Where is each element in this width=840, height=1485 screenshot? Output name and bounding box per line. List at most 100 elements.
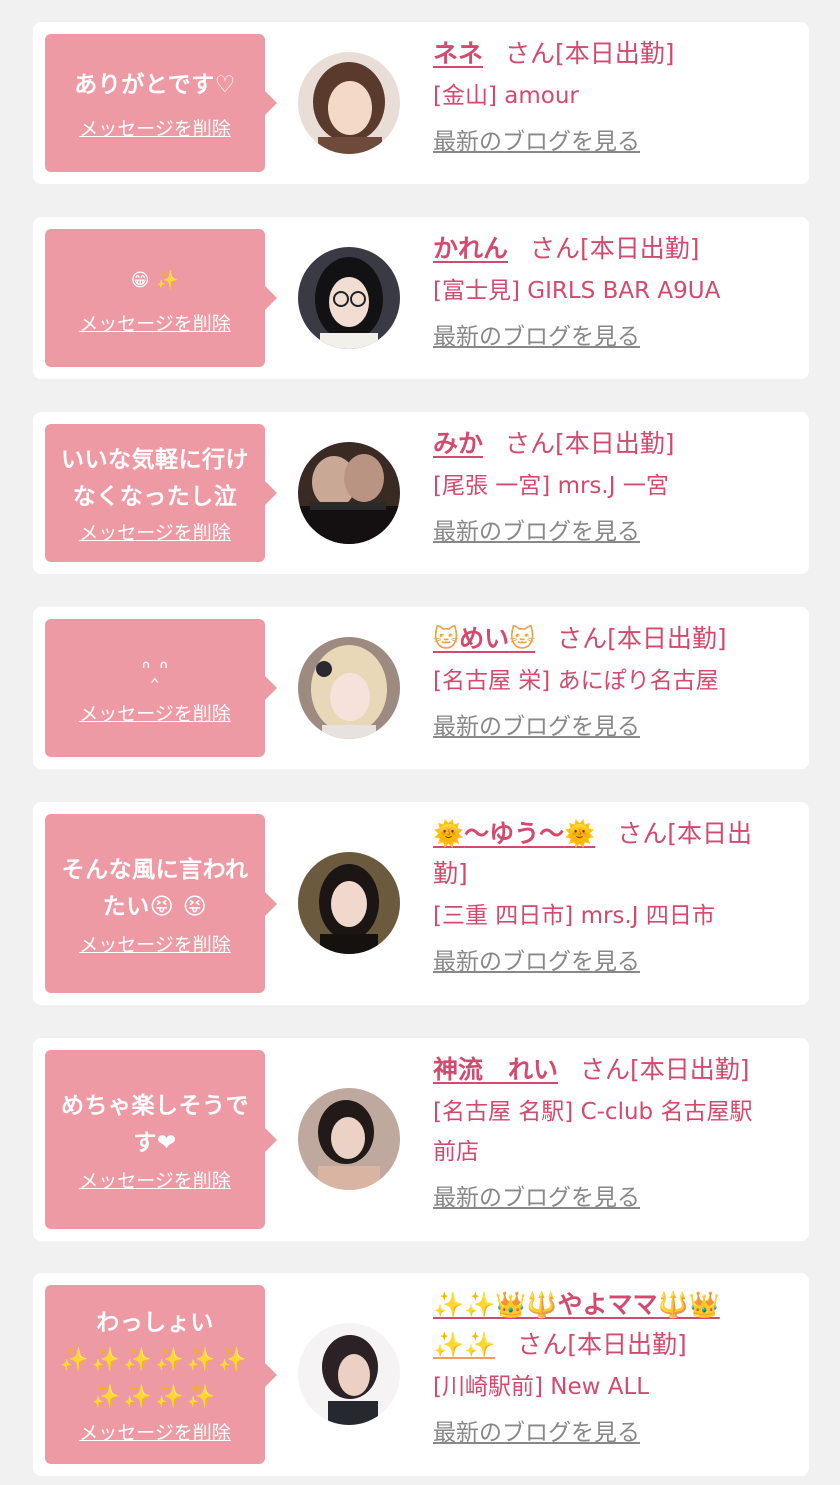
- latest-blog-link[interactable]: 最新のブログを見る: [433, 319, 640, 355]
- latest-blog-link[interactable]: 最新のブログを見る: [433, 514, 640, 550]
- trident-crown-icons: 🔱👑: [657, 1290, 720, 1319]
- message-text: そんな風に言われ たい😝 😝: [54, 852, 257, 926]
- shop-name: [三重 四日市] mrs.J 四日市: [433, 903, 715, 929]
- message-bubble: ᐢ‸ᐢ メッセージを削除: [45, 619, 277, 757]
- cast-card: わっしょい ✨✨✨✨✨✨ ✨✨✨✨ メッセージを削除 ✨✨👑🔱やよママ🔱👑 ✨✨…: [33, 1273, 809, 1476]
- shop-name: [金山] amour: [433, 83, 579, 109]
- avatar[interactable]: [298, 52, 400, 154]
- message-text: わっしょい ✨✨✨✨✨✨ ✨✨✨✨: [52, 1305, 258, 1416]
- attendance-status: さん[本日出勤]: [505, 39, 675, 68]
- attendance-status: さん[本日出: [617, 819, 753, 848]
- avatar[interactable]: [298, 1323, 400, 1425]
- cast-card: ᐢ‸ᐢ メッセージを削除 🐱めい🐱 さん[本日出勤] [名古屋 栄] あにぽり名古…: [33, 607, 809, 769]
- message-bubble: ありがとです♡ メッセージを削除: [45, 34, 277, 172]
- attendance-status: さん[本日出勤]: [580, 1055, 750, 1084]
- attendance-status: さん[本日出勤]: [517, 1330, 687, 1359]
- message-text: いいな気軽に行け なくなったし泣: [53, 442, 257, 516]
- shop-name: [尾張 一宮] mrs.J 一宮: [433, 473, 669, 499]
- latest-blog-link[interactable]: 最新のブログを見る: [433, 709, 640, 745]
- delete-message-link[interactable]: メッセージを削除: [79, 703, 231, 725]
- avatar[interactable]: [298, 1088, 400, 1190]
- shop-name: [川崎駅前] New ALL: [433, 1374, 650, 1400]
- shop-name: [名古屋 名駅] C-club 名古屋駅: [433, 1099, 753, 1125]
- attendance-status-cont: 勤]: [433, 859, 468, 888]
- name-line: ネネ さん[本日出勤]: [433, 34, 789, 74]
- cast-card: 😁 ✨ メッセージを削除 かれん さん[本日出勤] [富士見] GIRLS BAR…: [33, 217, 809, 379]
- sparkles-icon[interactable]: ✨✨: [433, 1330, 495, 1359]
- cast-card: いいな気軽に行け なくなったし泣 メッセージを削除 みか さん[本日出勤] [尾張…: [33, 412, 809, 574]
- cast-info: 神流 れい さん[本日出勤] [名古屋 名駅] C-club 名古屋駅 前店 最新…: [433, 1050, 789, 1216]
- latest-blog-link[interactable]: 最新のブログを見る: [433, 944, 640, 980]
- avatar[interactable]: [298, 852, 400, 954]
- cast-info: みか さん[本日出勤] [尾張 一宮] mrs.J 一宮 最新のブログを見る: [433, 424, 789, 550]
- cast-info: ネネ さん[本日出勤] [金山] amour 最新のブログを見る: [433, 34, 789, 160]
- message-line: いいな気軽に行け: [61, 447, 249, 473]
- cast-name-link[interactable]: かれん: [433, 234, 508, 263]
- sun-icon: 🌞: [433, 819, 465, 848]
- message-line: ᐢ‸ᐢ: [141, 656, 169, 683]
- shop-name: [富士見] GIRLS BAR A9UA: [433, 278, 721, 304]
- message-line: 😁 ✨: [130, 269, 180, 291]
- latest-blog-link[interactable]: 最新のブログを見る: [433, 1415, 640, 1451]
- cast-name-text: 〜ゆう〜: [464, 819, 565, 848]
- message-bubble: わっしょい ✨✨✨✨✨✨ ✨✨✨✨ メッセージを削除: [45, 1285, 277, 1464]
- cast-card: めちゃ楽しそうで す❤ メッセージを削除 神流 れい さん[本日出勤] [名古屋 …: [33, 1038, 809, 1241]
- cast-info: 🐱めい🐱 さん[本日出勤] [名古屋 栄] あにぽり名古屋 最新のブログを見る: [433, 619, 789, 745]
- sun-icon: 🌞: [564, 819, 596, 848]
- delete-message-link[interactable]: メッセージを削除: [79, 313, 231, 335]
- attendance-status: さん[本日出勤]: [530, 234, 700, 263]
- name-line: ✨✨👑🔱やよママ🔱👑: [433, 1285, 789, 1325]
- name-line: みか さん[本日出勤]: [433, 424, 789, 464]
- message-text: ᐢ‸ᐢ: [133, 652, 176, 689]
- name-line: かれん さん[本日出勤]: [433, 229, 789, 269]
- sparkles-crown-trident-icons: ✨✨👑🔱: [433, 1290, 558, 1319]
- attendance-status: さん[本日出勤]: [505, 429, 675, 458]
- delete-message-link[interactable]: メッセージを削除: [79, 522, 231, 544]
- cat-face-icon: 🐱: [433, 624, 460, 653]
- cast-card: そんな風に言われ たい😝 😝 メッセージを削除 🌞〜ゆう〜🌞 さん[本日出 勤] …: [33, 802, 809, 1005]
- cast-info: かれん さん[本日出勤] [富士見] GIRLS BAR A9UA 最新のブログを…: [433, 229, 789, 355]
- cast-name-link[interactable]: ✨✨👑🔱やよママ🔱👑: [433, 1290, 720, 1319]
- message-text: めちゃ楽しそうで す❤: [53, 1088, 257, 1162]
- message-text: 😁 ✨: [123, 262, 187, 299]
- cast-name-link[interactable]: 神流 れい: [433, 1055, 558, 1084]
- cast-name-link[interactable]: 🌞〜ゆう〜🌞: [433, 819, 595, 848]
- delete-message-link[interactable]: メッセージを削除: [79, 1170, 231, 1192]
- cast-name-link[interactable]: みか: [433, 429, 483, 458]
- message-bubble: 😁 ✨ メッセージを削除: [45, 229, 277, 367]
- latest-blog-link[interactable]: 最新のブログを見る: [433, 124, 640, 160]
- cat-face-icon: 🐱: [509, 624, 536, 653]
- name-line: 🐱めい🐱 さん[本日出勤]: [433, 619, 789, 659]
- cast-name-text: やよママ: [557, 1290, 658, 1319]
- delete-message-link[interactable]: メッセージを削除: [79, 1422, 231, 1444]
- message-line: わっしょい: [96, 1310, 214, 1336]
- avatar[interactable]: [298, 442, 400, 544]
- avatar[interactable]: [298, 247, 400, 349]
- cast-info: 🌞〜ゆう〜🌞 さん[本日出 勤] [三重 四日市] mrs.J 四日市 最新のブロ…: [433, 814, 789, 980]
- message-bubble: めちゃ楽しそうで す❤ メッセージを削除: [45, 1050, 277, 1229]
- message-bubble: そんな風に言われ たい😝 😝 メッセージを削除: [45, 814, 277, 993]
- shop-name: [名古屋 栄] あにぽり名古屋: [433, 668, 719, 694]
- cast-info: ✨✨👑🔱やよママ🔱👑 ✨✨ さん[本日出勤] [川崎駅前] New ALL 最新の…: [433, 1285, 789, 1451]
- cast-name-link[interactable]: ネネ: [433, 39, 483, 68]
- sparkles-icon: ✨✨✨✨: [91, 1384, 219, 1410]
- sparkles-icon: ✨✨✨✨✨✨: [60, 1347, 250, 1373]
- avatar[interactable]: [298, 637, 400, 739]
- delete-message-link[interactable]: メッセージを削除: [79, 934, 231, 956]
- favorite-cast-list: ありがとです♡ メッセージを削除 ネネ さん[本日出勤] [金山] amour 最…: [0, 0, 840, 1485]
- message-line: めちゃ楽しそうで: [61, 1092, 249, 1119]
- cast-name-link[interactable]: 🐱めい🐱: [433, 624, 535, 653]
- message-line: ありがとです♡: [74, 71, 236, 98]
- cast-name-text: めい: [459, 624, 510, 653]
- message-line: す❤: [133, 1129, 177, 1156]
- message-line: たい😝 😝: [102, 893, 208, 920]
- delete-message-link[interactable]: メッセージを削除: [79, 118, 231, 140]
- message-line: そんな風に言われ: [61, 856, 249, 883]
- name-line: 🌞〜ゆう〜🌞 さん[本日出: [433, 814, 789, 854]
- name-line: 神流 れい さん[本日出勤]: [433, 1050, 789, 1090]
- shop-name-cont: 前店: [433, 1139, 479, 1165]
- latest-blog-link[interactable]: 最新のブログを見る: [433, 1180, 640, 1216]
- attendance-status: さん[本日出勤]: [557, 624, 727, 653]
- message-text: ありがとです♡: [66, 67, 243, 104]
- cast-card: ありがとです♡ メッセージを削除 ネネ さん[本日出勤] [金山] amour 最…: [33, 22, 809, 184]
